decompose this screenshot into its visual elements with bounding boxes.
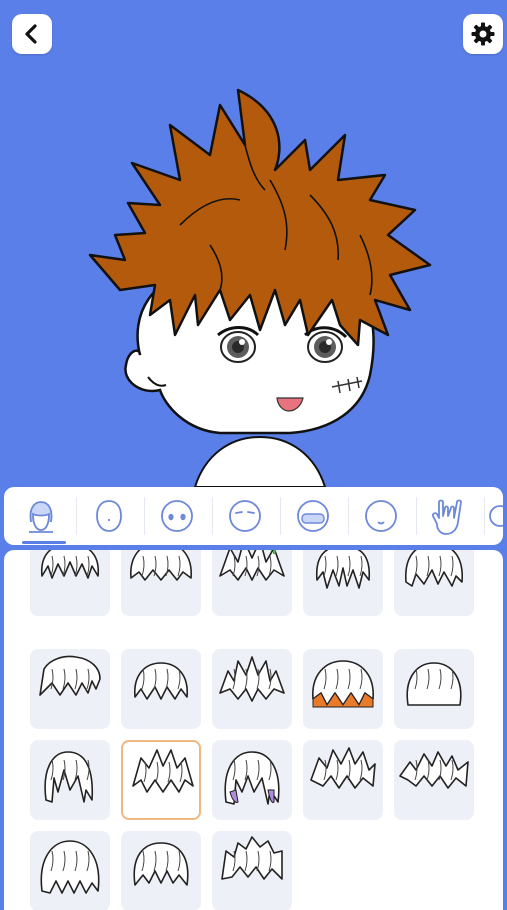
hair-option-spiky-side[interactable] bbox=[303, 740, 383, 820]
tab-eyebrows[interactable] bbox=[212, 487, 278, 545]
hair-thumbnail bbox=[134, 662, 188, 700]
hair-thumbnail bbox=[399, 751, 469, 789]
hair-options-panel bbox=[4, 550, 503, 910]
hand-gesture-icon bbox=[431, 499, 462, 535]
eyebrows-icon bbox=[229, 500, 261, 532]
mouth-mask-icon bbox=[297, 500, 329, 532]
hair-thumbnail bbox=[310, 747, 376, 789]
tab-hair[interactable] bbox=[8, 487, 74, 545]
hair-thumbnail bbox=[219, 550, 285, 581]
hair-option-wavy-fluffy[interactable] bbox=[121, 550, 201, 616]
hair-thumbnail bbox=[40, 840, 100, 894]
tab-selected-indicator bbox=[22, 541, 66, 544]
settings-button[interactable] bbox=[463, 14, 503, 54]
hair-option-quiff[interactable] bbox=[212, 831, 292, 910]
hair-head-icon bbox=[29, 501, 53, 533]
more-icon bbox=[489, 505, 503, 527]
avatar-character bbox=[88, 88, 432, 487]
hair-thumbnail bbox=[316, 550, 370, 589]
avatar-preview bbox=[0, 0, 507, 487]
hair-option-long-purple-tips[interactable] bbox=[212, 740, 292, 820]
hair-option-bun-bangs[interactable] bbox=[303, 550, 383, 616]
tab-mouth[interactable] bbox=[280, 487, 346, 545]
hair-option-spiky-green-tips[interactable] bbox=[212, 550, 292, 616]
hair-option-spiky-wide[interactable] bbox=[394, 740, 474, 820]
hair-thumbnail bbox=[406, 662, 462, 706]
hair-thumbnail bbox=[133, 842, 189, 886]
hair-option-smooth-parted[interactable] bbox=[121, 831, 201, 910]
hair-option-messy-spiky[interactable] bbox=[121, 740, 201, 820]
hair-thumbnail bbox=[39, 655, 101, 696]
hair-thumbnail bbox=[41, 550, 99, 579]
hair-option-long-straight[interactable] bbox=[30, 740, 110, 820]
hair-thumbnail bbox=[405, 550, 463, 587]
tab-face[interactable] bbox=[348, 487, 414, 545]
tab-eyes[interactable] bbox=[144, 487, 210, 545]
tab-pose[interactable] bbox=[416, 487, 482, 545]
hair-option-spiky-tall[interactable] bbox=[212, 649, 292, 729]
category-tab-bar bbox=[4, 487, 503, 545]
tab-more[interactable] bbox=[484, 487, 503, 545]
face-shape-icon bbox=[96, 500, 122, 532]
eyes-icon bbox=[161, 500, 193, 532]
hair-thumbnail bbox=[219, 656, 285, 702]
back-arrow-icon bbox=[25, 24, 37, 44]
hair-option-straight-bob[interactable] bbox=[394, 649, 474, 729]
hair-thumbnail bbox=[44, 751, 94, 803]
hair-option-short-neat[interactable] bbox=[121, 649, 201, 729]
hair-option-two-tone-orange[interactable] bbox=[303, 649, 383, 729]
hair-option-messy-short[interactable] bbox=[30, 550, 110, 616]
hair-option-swept-back[interactable] bbox=[30, 649, 110, 729]
back-button[interactable] bbox=[12, 14, 52, 54]
hair-option-dreadlocks[interactable] bbox=[30, 831, 110, 910]
hair-thumbnail bbox=[132, 749, 194, 793]
hair-thumbnail bbox=[221, 836, 283, 880]
hair-thumbnail bbox=[224, 751, 280, 805]
hair-option-bob-bangs[interactable] bbox=[394, 550, 474, 616]
gear-icon bbox=[471, 22, 495, 46]
face-icon bbox=[365, 500, 397, 532]
hair-thumbnail bbox=[312, 660, 374, 708]
hair-thumbnail bbox=[130, 550, 192, 581]
tab-face-shape[interactable] bbox=[76, 487, 142, 545]
